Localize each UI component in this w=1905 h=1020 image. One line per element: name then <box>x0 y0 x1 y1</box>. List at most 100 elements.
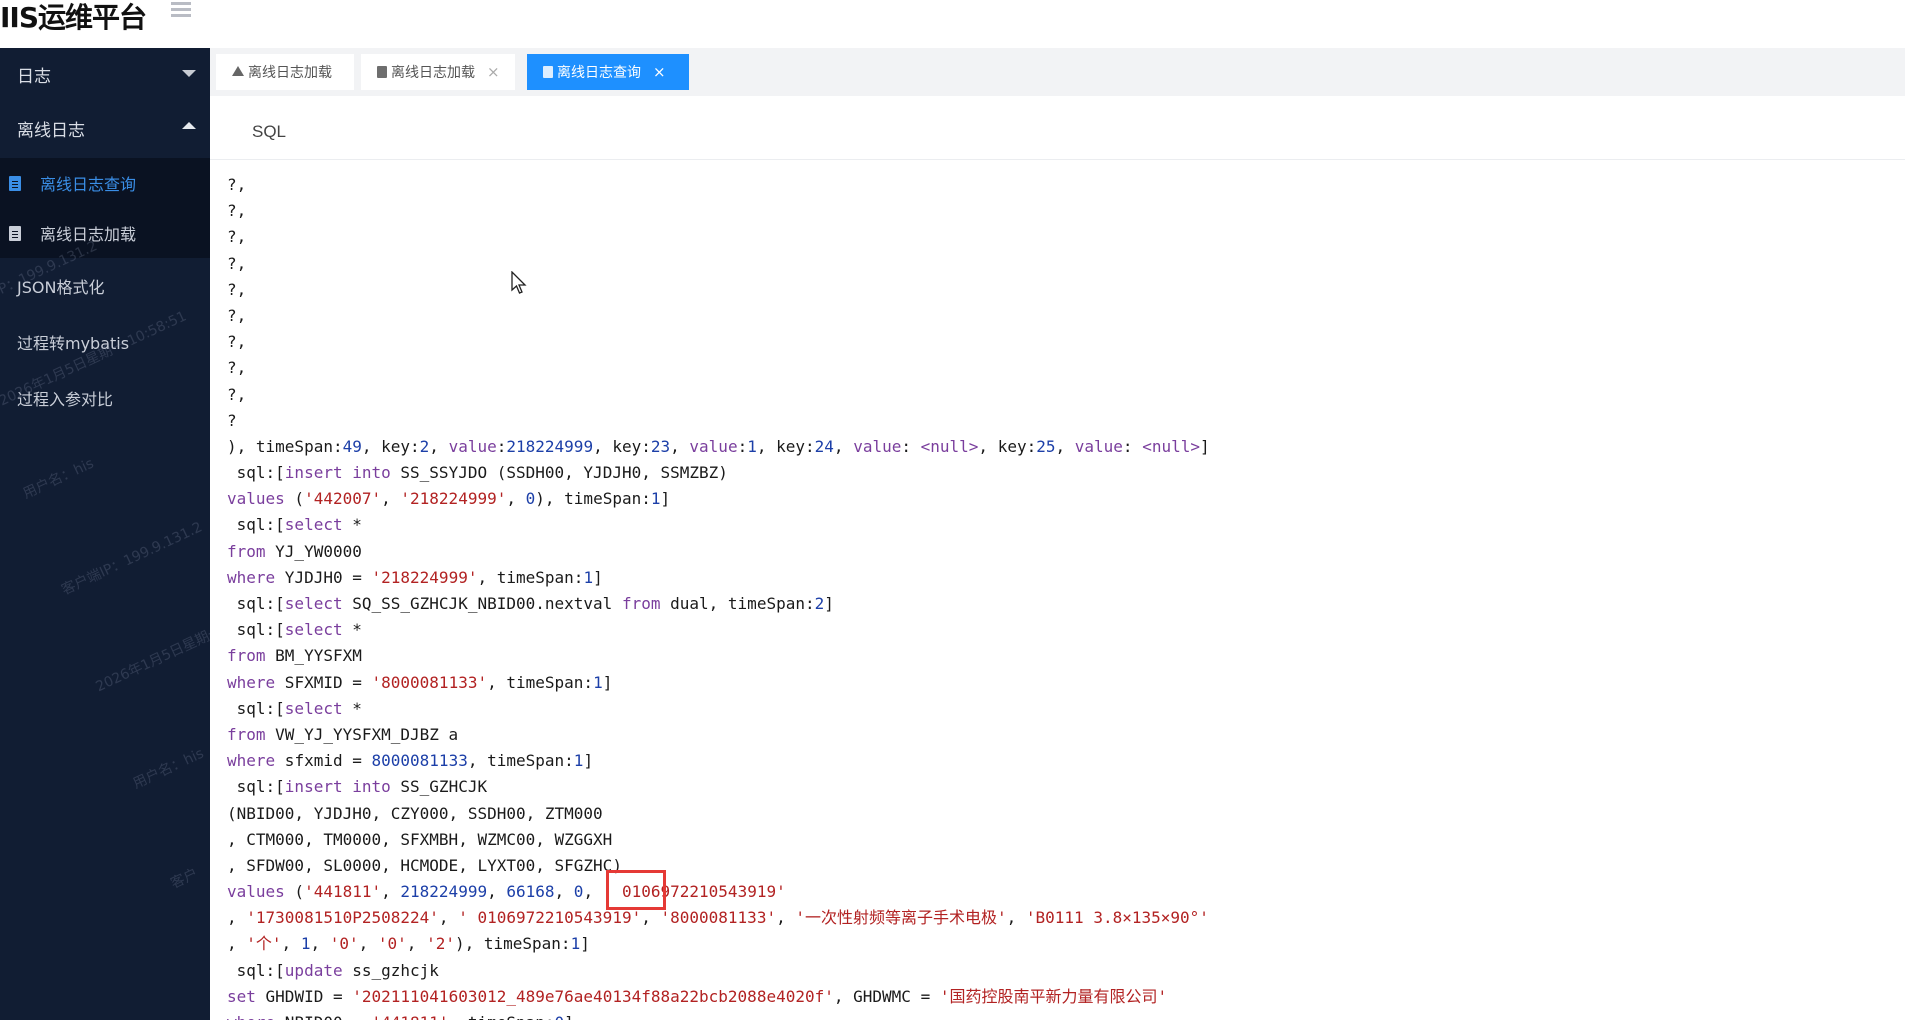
code-token: , <box>281 934 301 954</box>
code-token: '国药控股南平新力量有限公司' <box>939 986 1168 1006</box>
code-token: SS_GZHCJK <box>390 777 488 797</box>
tab-offline-log-load[interactable]: 离线日志加载 × <box>361 54 515 90</box>
sql-log-output[interactable]: ?,?,?,?,?,?,?,?,?,?), timeSpan:49, key:2… <box>227 172 1897 1020</box>
code-token: where <box>227 1013 275 1020</box>
code-token: from <box>227 646 266 666</box>
code-token: '441811' <box>372 1013 449 1020</box>
code-token: value <box>853 436 902 456</box>
code-token: , <box>227 908 247 928</box>
code-token: NBID00 = <box>275 1013 371 1020</box>
hamburger-icon[interactable] <box>165 2 191 22</box>
sidebar-group-offline-log[interactable]: 离线日志 <box>0 102 210 154</box>
document-icon <box>543 66 553 78</box>
code-token: GHDWID = <box>255 986 353 1006</box>
code-line: ), timeSpan:49, key:2, value:218224999, … <box>227 434 1897 460</box>
sidebar-group-log[interactable]: 日志 <box>0 48 210 100</box>
code-token: select <box>284 698 343 718</box>
code-line: ? <box>227 408 1897 434</box>
code-token: ?, <box>227 279 247 299</box>
code-line: where NBID00 = '441811', timeSpan:0] <box>227 1010 1897 1020</box>
code-token: set <box>227 986 256 1006</box>
code-token: , <box>358 934 378 954</box>
code-token: SS_SSYJDO (SSDH00, YJDJH0, SSMZBZ) <box>390 463 728 483</box>
sidebar-item-offline-log-query[interactable]: 离线日志查询 <box>0 158 210 208</box>
sidebar-item-json-format[interactable]: JSON格式化 <box>0 261 210 311</box>
code-token: 24 <box>814 436 834 456</box>
code-token: : <box>1122 436 1143 456</box>
code-token: 1 <box>300 934 311 954</box>
code-token: * <box>342 515 362 535</box>
code-token: , <box>429 436 449 456</box>
document-icon <box>377 66 387 78</box>
code-token: , <box>506 489 526 509</box>
code-token: : <box>496 436 507 456</box>
code-token: 1 <box>593 672 603 692</box>
sidebar-item-proc-to-mybatis[interactable]: 过程转mybatis <box>0 317 210 367</box>
code-token: 23 <box>650 436 671 456</box>
code-token: 1 <box>650 489 661 509</box>
code-token: value <box>689 436 738 456</box>
code-token: ( <box>284 489 305 509</box>
code-token: ?, <box>227 175 247 194</box>
code-line: sql:[select * <box>227 696 1897 722</box>
code-token: values <box>227 489 285 509</box>
code-token: , <box>833 436 854 456</box>
code-line: sql:[select SQ_SS_GZHCJK_NBID00.nextval … <box>227 591 1897 617</box>
sidebar-item-label: 离线日志加载 <box>40 225 137 244</box>
section-header: SQL <box>210 96 1905 160</box>
code-token: where <box>227 672 276 692</box>
code-token: , <box>1055 436 1075 456</box>
code-token: dual, timeSpan: <box>660 594 815 613</box>
code-token: YJDJH0 = <box>275 567 372 587</box>
home-icon <box>232 66 244 76</box>
close-icon[interactable]: × <box>653 63 666 81</box>
sidebar-item-offline-log-load[interactable]: 离线日志加载 <box>0 208 210 258</box>
sidebar-item-label: 过程入参对比 <box>17 390 114 409</box>
code-token: : <box>737 436 748 456</box>
code-line: ?, <box>227 224 1897 250</box>
code-line: , '个', 1, '0', '0', '2'), timeSpan:1] <box>227 931 1897 957</box>
code-token: ( <box>284 882 305 902</box>
code-line: ?, <box>227 251 1897 277</box>
watermark-text: 客户 <box>168 865 201 893</box>
code-line: sql:[update ss_gzhcjk <box>227 958 1897 984</box>
code-line: , '1730081510P2508224', ' 01069722105439… <box>227 905 1897 931</box>
close-icon[interactable]: × <box>487 63 500 81</box>
code-token: ] <box>660 489 671 509</box>
code-token: BM_YYSFXM <box>265 646 362 666</box>
code-line: where YJDJH0 = '218224999', timeSpan:1] <box>227 565 1897 591</box>
sidebar-item-label: JSON格式化 <box>17 278 105 297</box>
code-token: ?, <box>227 305 247 325</box>
tab-label: 离线日志查询 <box>557 65 641 81</box>
code-token: 1 <box>573 751 584 771</box>
code-token: 0 <box>555 1013 565 1020</box>
code-token: 218224999 <box>400 882 488 902</box>
code-token: , <box>381 882 401 902</box>
code-token: '8000081133' <box>371 672 488 692</box>
code-token: '202111041603012_489e76ae40134f88a22bcb2… <box>352 986 834 1006</box>
code-token: from <box>227 724 266 744</box>
code-token: '218224999' <box>400 489 507 509</box>
code-token: '2' <box>426 934 455 954</box>
code-line: ?, <box>227 329 1897 355</box>
code-token: , key: <box>361 436 420 456</box>
code-token: ), timeSpan: <box>535 489 651 509</box>
code-token: (NBID00, YJDJH0, CZY000, SSDH00, ZTM000 <box>227 803 603 823</box>
code-line: ?, <box>227 355 1897 381</box>
tab-offline-log-load-home[interactable]: 离线日志加载 <box>216 54 354 90</box>
sidebar-item-proc-param-compare[interactable]: 过程入参对比 <box>0 373 210 423</box>
code-token: 0 <box>525 489 536 509</box>
caret-up-icon <box>182 122 196 129</box>
code-line: , CTM000, TM0000, SFXMBH, WZMC00, WZGGXH <box>227 827 1897 853</box>
code-token: '8000081133' <box>660 908 777 928</box>
code-token: * <box>342 698 362 718</box>
caret-down-icon <box>182 70 196 77</box>
code-token: '0' <box>329 934 359 954</box>
code-token: 1 <box>570 934 581 954</box>
code-token: ?, <box>227 384 247 404</box>
code-token: 2 <box>814 594 825 613</box>
tab-offline-log-query[interactable]: 离线日志查询 × <box>527 54 689 90</box>
code-token: , timeSpan: <box>467 751 574 771</box>
code-token: ' 0106972210543919' <box>458 908 642 928</box>
code-token: ?, <box>227 358 247 378</box>
